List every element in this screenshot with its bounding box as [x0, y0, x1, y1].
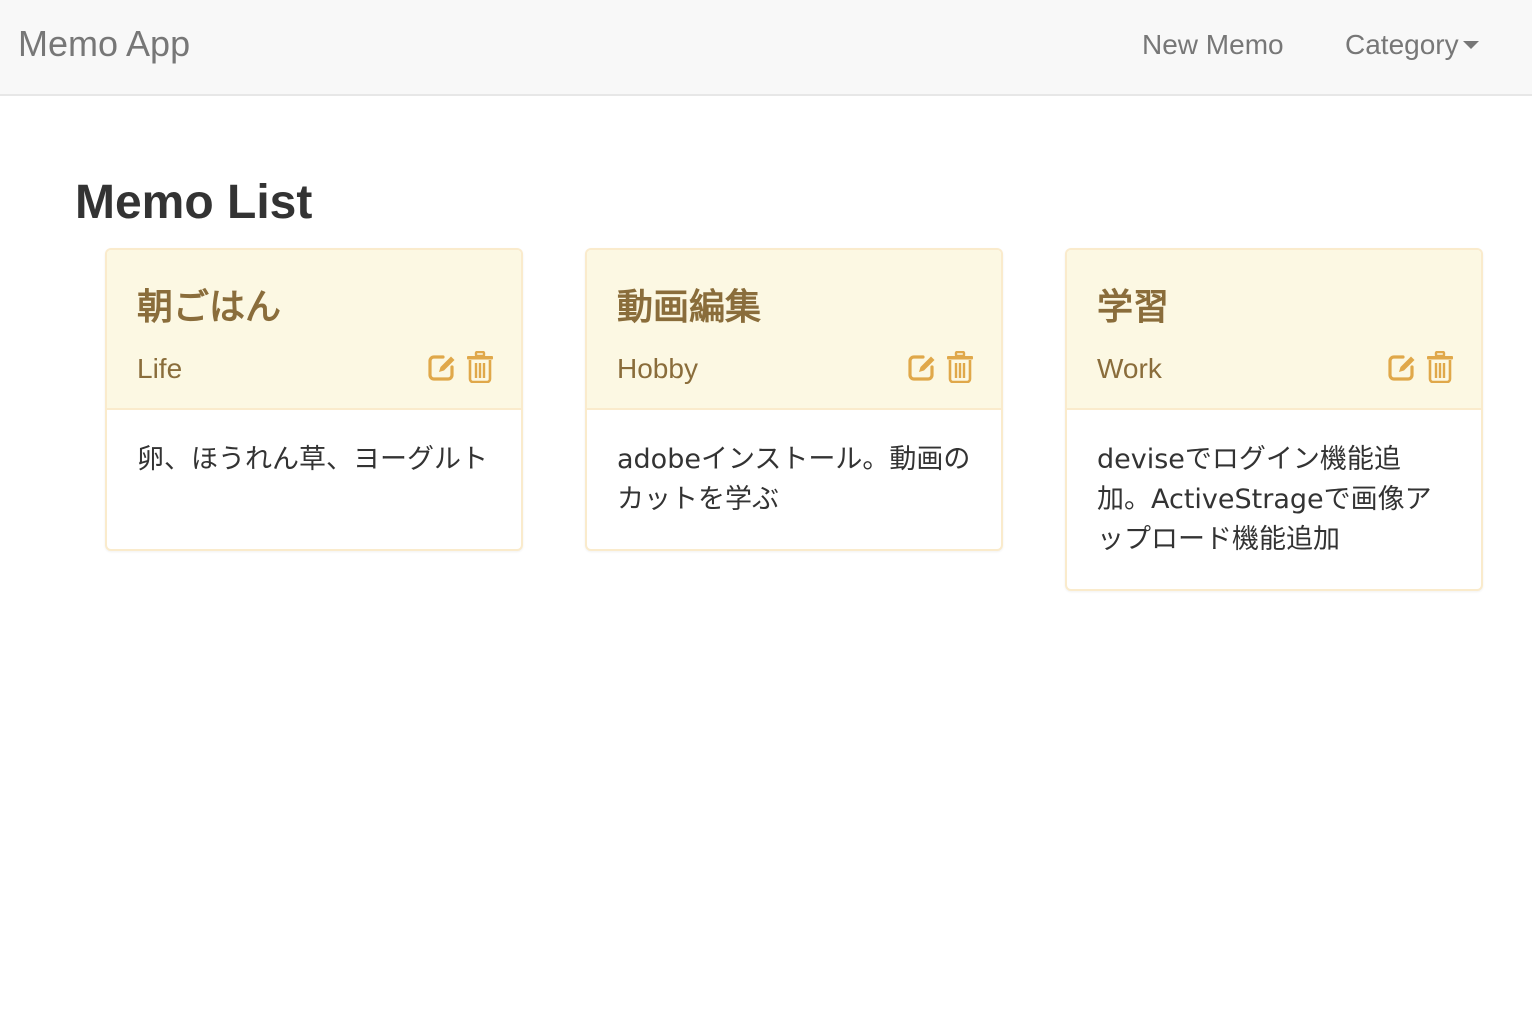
category-dropdown-label: Category	[1345, 29, 1459, 60]
edit-icon[interactable]	[427, 351, 457, 383]
category-dropdown[interactable]: Category	[1345, 26, 1479, 64]
memo-category: Work	[1097, 353, 1162, 384]
edit-icon[interactable]	[1387, 351, 1417, 383]
memo-body: adobeインストール。動画のカットを学ぶ	[617, 444, 971, 515]
memo-card-heading: 学習 Work	[1067, 250, 1481, 410]
memo-card: 学習 Work deviseでログイン機能追加。ActiveStrageで画像ア…	[1065, 248, 1483, 591]
caret-down-icon	[1462, 40, 1479, 49]
brand-link[interactable]: Memo App	[18, 22, 190, 66]
memo-title: 動画編集	[617, 287, 762, 328]
memo-category: Hobby	[617, 353, 698, 384]
trash-icon[interactable]	[1425, 350, 1455, 384]
new-memo-link[interactable]: New Memo	[1142, 26, 1284, 64]
memo-card: 朝ごはん Life 卵、ほうれん草、ヨーグルト	[105, 248, 523, 551]
memo-card: 動画編集 Hobby adobeインストール。動画のカットを学ぶ	[585, 248, 1003, 551]
memo-title: 朝ごはん	[137, 287, 282, 328]
memo-card-heading: 動画編集 Hobby	[587, 250, 1001, 410]
page-title: Memo List	[75, 176, 313, 229]
memo-body: 卵、ほうれん草、ヨーグルト	[137, 444, 488, 475]
edit-icon[interactable]	[907, 351, 937, 383]
memo-title: 学習	[1097, 287, 1170, 328]
memo-category: Life	[137, 353, 183, 384]
memo-card-heading: 朝ごはん Life	[107, 250, 521, 410]
trash-icon[interactable]	[465, 350, 495, 384]
navbar: Memo App New Memo Category	[0, 0, 1532, 96]
trash-icon[interactable]	[945, 350, 975, 384]
memo-body: deviseでログイン機能追加。ActiveStrageで画像アップロード機能追…	[1097, 444, 1432, 555]
